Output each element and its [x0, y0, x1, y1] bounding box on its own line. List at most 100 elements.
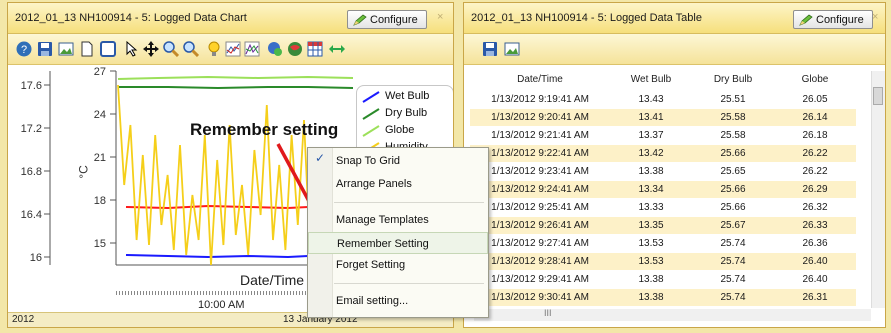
move-icon[interactable] — [143, 41, 159, 57]
menu-separator — [334, 283, 484, 284]
chart-panel-title: 2012_01_13 NH100914 - 5: Logged Data Cha… — [15, 12, 247, 24]
x-axis-label: Date/Time — [240, 272, 305, 288]
y-right-tick-label: 15 — [94, 238, 106, 250]
y-left-tick-label: 17.2 — [21, 123, 42, 135]
cell-globe: 26.40 — [802, 274, 828, 285]
y-right-tick-label: 24 — [94, 109, 106, 121]
menu-item-remember-setting[interactable]: Remember Setting — [308, 232, 488, 254]
menu-item-arrange-panels[interactable]: Arrange Panels — [308, 173, 488, 195]
cell-globe: 26.22 — [802, 148, 828, 159]
col-globe[interactable]: Globe — [774, 74, 856, 85]
table-row[interactable]: 1/13/2012 9:27:41 AM 13.53 25.74 26.36 — [470, 235, 856, 252]
image-icon[interactable] — [504, 41, 520, 57]
svg-text:?: ? — [21, 44, 27, 56]
menu-item-manage-templates[interactable]: Manage Templates — [308, 209, 488, 231]
zoom-in-icon[interactable] — [163, 41, 179, 57]
cell-wet-bulb: 13.42 — [638, 148, 664, 159]
legend-swatch — [362, 91, 380, 103]
h-scroll-grip[interactable]: III — [544, 308, 552, 318]
table-row[interactable]: 1/13/2012 9:25:41 AM 13.33 25.66 26.32 — [470, 199, 856, 216]
cell-datetime: 1/13/2012 9:20:41 AM — [491, 112, 589, 123]
menu-item-email-setting[interactable]: Email setting... — [308, 290, 488, 312]
window-icon[interactable] — [100, 41, 116, 57]
cell-dry-bulb: 25.74 — [720, 274, 746, 285]
x-tick-label: 10:00 AM — [198, 299, 245, 311]
lightbulb-icon[interactable] — [206, 41, 222, 57]
cell-wet-bulb: 13.33 — [638, 202, 664, 213]
menu-item-snap-to-grid[interactable]: Snap To Grid — [308, 150, 488, 172]
save-icon[interactable] — [482, 41, 498, 57]
h-scrollbar[interactable]: III — [474, 308, 871, 321]
help-icon[interactable]: ? — [16, 41, 32, 57]
cell-wet-bulb: 13.53 — [638, 256, 664, 267]
cell-wet-bulb: 13.35 — [638, 220, 664, 231]
legend-item[interactable]: Dry Bulb — [361, 106, 451, 122]
cell-datetime: 1/13/2012 9:27:41 AM — [491, 238, 589, 249]
table-row[interactable]: 1/13/2012 9:19:41 AM 13.43 25.51 26.05 — [470, 91, 856, 108]
legend-item[interactable]: Globe — [361, 123, 451, 139]
y-left-tick-label: 16.4 — [21, 209, 42, 221]
cell-wet-bulb: 13.38 — [638, 274, 664, 285]
multi-line-chart-icon[interactable] — [244, 41, 260, 57]
cell-dry-bulb: 25.74 — [720, 292, 746, 303]
v-scroll-thumb[interactable] — [873, 87, 883, 105]
zoom-out-icon[interactable] — [183, 41, 199, 57]
table-row[interactable]: 1/13/2012 9:20:41 AM 13.41 25.58 26.14 — [470, 109, 856, 126]
cell-globe: 26.40 — [802, 256, 828, 267]
cell-globe: 26.14 — [802, 112, 828, 123]
cell-datetime: 1/13/2012 9:25:41 AM — [491, 202, 589, 213]
chart-configure-button[interactable]: Configure — [347, 10, 427, 29]
legend-item[interactable]: Wet Bulb — [361, 89, 451, 105]
table-configure-button[interactable]: Configure — [793, 10, 873, 29]
cell-datetime: 1/13/2012 9:23:41 AM — [491, 166, 589, 177]
table-row[interactable]: 1/13/2012 9:21:41 AM 13.37 25.58 26.18 — [470, 127, 856, 144]
cell-globe: 26.29 — [802, 184, 828, 195]
cell-datetime: 1/13/2012 9:21:41 AM — [491, 130, 589, 141]
table-row[interactable]: 1/13/2012 9:24:41 AM 13.34 25.66 26.29 — [470, 181, 856, 198]
col-datetime[interactable]: Date/Time — [470, 74, 610, 85]
cell-wet-bulb: 13.41 — [638, 112, 664, 123]
col-dry-bulb[interactable]: Dry Bulb — [692, 74, 774, 85]
cell-wet-bulb: 13.38 — [638, 166, 664, 177]
cell-dry-bulb: 25.74 — [720, 256, 746, 267]
table-panel-titlebar[interactable]: 2012_01_13 NH100914 - 5: Logged Data Tab… — [464, 3, 885, 34]
globe-icon[interactable] — [287, 41, 303, 57]
pencil-icon — [353, 14, 367, 26]
table-icon[interactable] — [307, 41, 323, 57]
cell-datetime: 1/13/2012 9:22:41 AM — [491, 148, 589, 159]
chart-toolbar: ? — [8, 34, 453, 65]
pointer-icon[interactable] — [124, 41, 140, 57]
cell-globe: 26.22 — [802, 166, 828, 177]
legend-label: Dry Bulb — [385, 107, 428, 119]
cell-wet-bulb: 13.53 — [638, 238, 664, 249]
table-row[interactable]: 1/13/2012 9:23:41 AM 13.38 25.65 26.22 — [470, 163, 856, 180]
table-row[interactable]: 1/13/2012 9:28:41 AM 13.53 25.74 26.40 — [470, 253, 856, 270]
save-icon[interactable] — [37, 41, 53, 57]
new-page-icon[interactable] — [79, 41, 95, 57]
y-left-tick-label: 17.6 — [21, 80, 42, 92]
table-close-icon[interactable]: × — [872, 11, 878, 23]
col-wet-bulb[interactable]: Wet Bulb — [610, 74, 692, 85]
cell-dry-bulb: 25.65 — [720, 166, 746, 177]
x-tick-strip — [116, 291, 316, 295]
cell-wet-bulb: 13.43 — [638, 94, 664, 105]
table-row[interactable]: 1/13/2012 9:30:41 AM 13.38 25.74 26.31 — [470, 289, 856, 306]
image-icon[interactable] — [58, 41, 74, 57]
cell-datetime: 1/13/2012 9:26:41 AM — [491, 220, 589, 231]
line-chart-icon[interactable] — [225, 41, 241, 57]
table-panel-title: 2012_01_13 NH100914 - 5: Logged Data Tab… — [471, 12, 702, 24]
annotation-text: Remember setting — [190, 120, 339, 139]
menu-item-forget-setting[interactable]: Forget Setting — [308, 254, 488, 276]
y-axis-label: °C — [76, 165, 91, 179]
table-row[interactable]: 1/13/2012 9:22:41 AM 13.42 25.66 26.22 — [470, 145, 856, 162]
chart-configure-label: Configure — [370, 14, 418, 26]
cell-datetime: 1/13/2012 9:19:41 AM — [491, 94, 589, 105]
v-scrollbar[interactable] — [871, 71, 885, 308]
chart-close-icon[interactable]: × — [437, 11, 443, 23]
data-icon[interactable] — [267, 41, 283, 57]
table-row[interactable]: 1/13/2012 9:29:41 AM 13.38 25.74 26.40 — [470, 271, 856, 288]
cell-datetime: 1/13/2012 9:24:41 AM — [491, 184, 589, 195]
fit-width-icon[interactable] — [329, 41, 345, 57]
chart-panel-titlebar[interactable]: 2012_01_13 NH100914 - 5: Logged Data Cha… — [8, 3, 453, 34]
table-row[interactable]: 1/13/2012 9:26:41 AM 13.35 25.67 26.33 — [470, 217, 856, 234]
